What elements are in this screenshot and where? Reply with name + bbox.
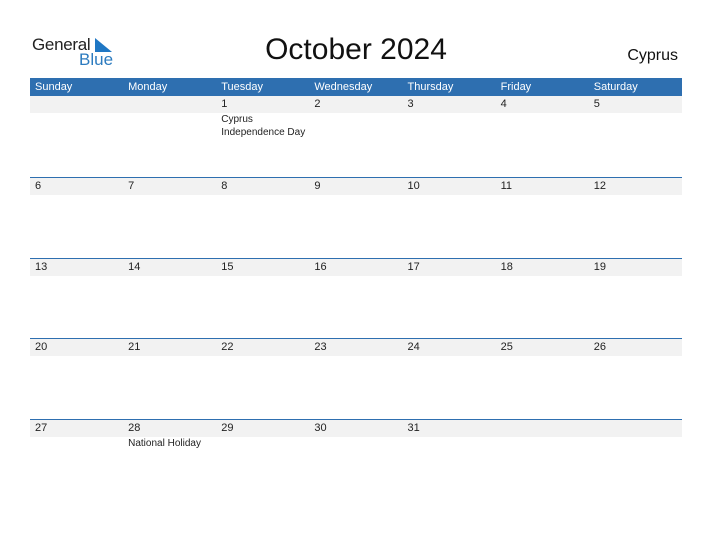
day-cell[interactable]: 3 [403,96,496,113]
day-cell[interactable]: 30 [309,420,402,437]
day-number-bar: 20 21 22 23 24 25 26 [30,339,682,356]
day-cell[interactable]: 11 [496,178,589,195]
day-cell[interactable]: 22 [216,339,309,356]
day-cell[interactable]: 15 [216,259,309,276]
weekday-tuesday: Tuesday [221,81,264,93]
day-cell[interactable]: 9 [309,178,402,195]
weekday-header: Sunday Monday Tuesday Wednesday Thursday Frid… [30,78,682,96]
day-cell[interactable]: 12 [589,178,682,195]
day-cell[interactable]: 25 [496,339,589,356]
event-cell [309,437,402,450]
day-cell[interactable]: 1 [216,96,309,113]
weekday-wednesday: Wednesday [314,81,373,93]
day-cell[interactable]: 8 [216,178,309,195]
day-number-bar: 6 7 8 9 10 11 12 [30,178,682,195]
holiday-label: Cyprus Independence Day [221,114,306,138]
holiday-label: National Holiday [128,437,201,449]
day-cell[interactable]: 31 [403,420,496,437]
day-cell[interactable]: 27 [30,420,123,437]
day-cell[interactable]: 2 [309,96,402,113]
day-number-bar: 13 14 15 16 17 18 19 [30,258,682,276]
event-cell [496,113,589,139]
weekday-monday: Monday [128,81,168,93]
day-cell[interactable]: 19 [589,259,682,276]
day-cell[interactable]: 14 [123,259,216,276]
week-row: 6 7 8 9 10 11 12 [30,177,682,258]
weekday-sunday: Sunday [35,81,73,93]
day-cell [589,420,682,437]
day-cell[interactable]: 18 [496,259,589,276]
event-cell [403,113,496,139]
day-cell[interactable]: 21 [123,339,216,356]
day-cell[interactable]: 5 [589,96,682,113]
day-cell[interactable]: 28 [123,420,216,437]
event-cell [216,437,309,450]
day-cell[interactable]: 23 [309,339,402,356]
day-number-bar: 12345 [30,96,682,113]
week-row: 27 28 29 30 31 National Holiday [30,418,682,500]
day-cell[interactable]: 24 [403,339,496,356]
calendar-title: October 2024 [265,33,447,66]
event-cell [30,437,123,450]
day-cell[interactable]: 17 [403,259,496,276]
events-row: National Holiday [30,437,682,450]
week-row: 1 2 3 4 5 Cyprus Independence Day [30,96,682,177]
event-cell [403,437,496,450]
calendar-grid: Sunday Monday Tuesday Wednesday Thursday Frid… [30,78,682,499]
week-row: 13 14 15 16 17 18 19 [30,257,682,339]
weekday-friday: Friday [500,81,532,93]
day-cell[interactable]: 20 [30,339,123,356]
day-cell[interactable]: 4 [496,96,589,113]
day-cell[interactable]: 16 [309,259,402,276]
day-cell[interactable]: 10 [403,178,496,195]
event-cell [589,437,682,450]
day-cell[interactable]: 26 [589,339,682,356]
event-cell [30,113,123,139]
day-cell [30,96,123,113]
event-cell [589,113,682,139]
weekday-thursday: Thursday [407,81,454,93]
event-cell [309,113,402,139]
country-label: Cyprus [627,47,678,64]
day-cell[interactable]: 29 [216,420,309,437]
day-cell[interactable]: 6 [30,178,123,195]
event-cell [123,113,216,139]
day-cell [496,420,589,437]
day-cell [123,96,216,113]
weekday-saturday: Saturday [593,81,638,93]
day-cell[interactable]: 7 [123,178,216,195]
events-row: Cyprus Independence Day [30,113,682,139]
day-number-bar: 27 28 29 30 31 [30,419,682,437]
day-cell[interactable]: 13 [30,259,123,276]
event-cell [496,437,589,450]
week-row: 20 21 22 23 24 25 26 [30,338,682,419]
